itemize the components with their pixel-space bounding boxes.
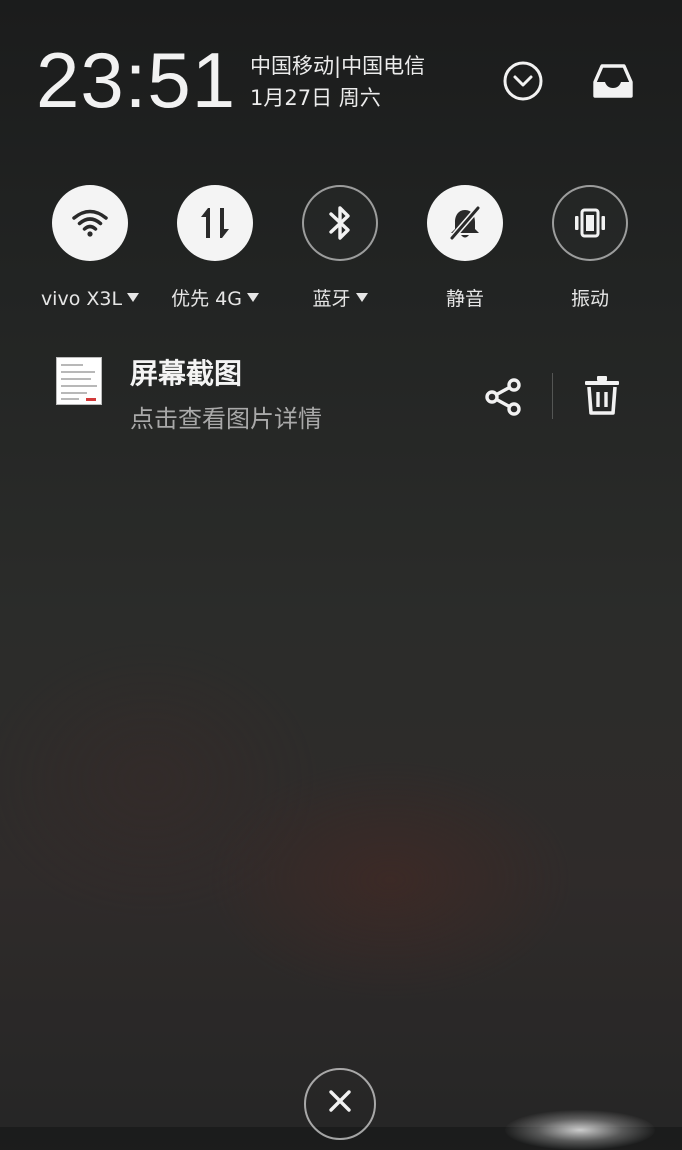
dropdown-caret-icon[interactable]	[127, 293, 140, 302]
share-icon	[485, 378, 521, 416]
share-button[interactable]	[478, 372, 528, 422]
trash-icon	[585, 376, 619, 415]
toggle-vibrate-label: 振动	[570, 288, 609, 310]
dropdown-caret-icon[interactable]	[246, 293, 259, 302]
toggle-mobile-data-label: 优先 4G	[155, 285, 275, 313]
toggle-mobile-data[interactable]: 优先 4G	[155, 185, 275, 325]
dropdown-caret-icon[interactable]	[355, 293, 368, 302]
carrier-name: 中国移动|中国电信	[250, 54, 426, 78]
bell-off-icon	[449, 205, 481, 241]
toggle-bluetooth[interactable]: 蓝牙	[280, 185, 400, 325]
toggle-vibrate-circle[interactable]	[552, 185, 628, 261]
toggle-wifi[interactable]: vivo X3L	[30, 185, 150, 325]
inbox-icon	[593, 64, 633, 98]
vibrate-icon	[575, 208, 605, 238]
notification-center-button[interactable]	[590, 58, 636, 104]
toggle-mobile-data-circle[interactable]	[177, 185, 253, 261]
date-label: 1月27日 周六	[250, 86, 381, 110]
screenshot-notification[interactable]: 屏幕截图 点击查看图片详情	[0, 345, 682, 455]
wifi-icon	[72, 209, 108, 237]
chevron-down-circle-icon	[503, 61, 543, 101]
notification-title: 屏幕截图	[130, 357, 243, 390]
bluetooth-icon	[329, 206, 350, 240]
toggle-silent[interactable]: 静音	[405, 185, 525, 325]
wallpaper-highlight	[505, 1110, 655, 1150]
carrier-date-block: 中国移动|中国电信 1月27日 周六	[250, 50, 425, 114]
notification-description: 点击查看图片详情	[130, 405, 322, 433]
toggle-silent-label: 静音	[445, 288, 484, 310]
toggle-silent-circle[interactable]	[427, 185, 503, 261]
toggle-wifi-label: vivo X3L	[30, 285, 150, 313]
delete-button[interactable]	[577, 370, 627, 420]
toggle-bluetooth-circle[interactable]	[302, 185, 378, 261]
clock-time: 23:51	[36, 36, 237, 124]
action-divider	[552, 373, 553, 419]
screenshot-thumbnail	[56, 357, 102, 405]
close-panel-button[interactable]	[304, 1068, 376, 1140]
toggle-bluetooth-label: 蓝牙	[280, 285, 400, 313]
mobile-data-icon	[201, 208, 229, 238]
toggle-vibrate[interactable]: 振动	[530, 185, 650, 325]
toggle-wifi-circle[interactable]	[52, 185, 128, 261]
expand-panel-button[interactable]	[500, 58, 546, 104]
close-icon	[329, 1090, 351, 1112]
